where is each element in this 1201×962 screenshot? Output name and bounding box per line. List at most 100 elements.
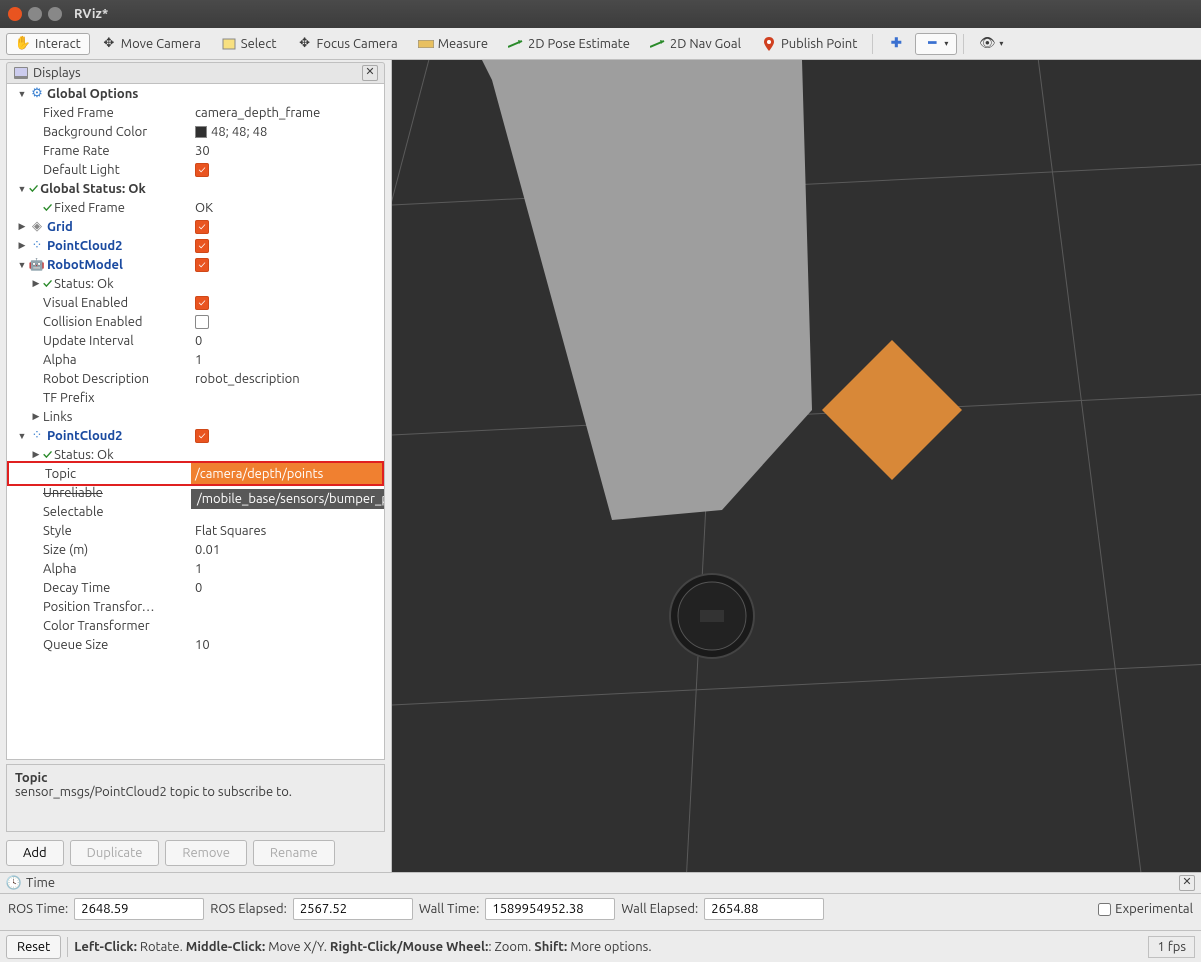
move-camera-button[interactable]: ✥ Move Camera <box>92 33 210 55</box>
position-transformer-item[interactable]: Position Transfor… <box>7 597 384 616</box>
checkbox-icon[interactable]: ✓ <box>195 296 209 310</box>
size-item[interactable]: Size (m) 0.01 <box>7 540 384 559</box>
points-icon: ⁘ <box>29 429 45 443</box>
panel-close-icon[interactable]: ✕ <box>362 65 378 81</box>
frame-rate-value: 30 <box>195 144 210 158</box>
remove-button[interactable]: Remove <box>165 840 247 866</box>
robotmodel-item[interactable]: ▼🤖RobotModel ✓ <box>7 255 384 274</box>
focus-camera-button[interactable]: ✥ Focus Camera <box>288 33 407 55</box>
description-text: sensor_msgs/PointCloud2 topic to subscri… <box>15 785 376 799</box>
focus-camera-label: Focus Camera <box>317 37 398 51</box>
focus-icon: ✥ <box>297 37 313 51</box>
add-button[interactable]: Add <box>6 840 64 866</box>
publish-point-label: Publish Point <box>781 37 857 51</box>
nav-goal-button[interactable]: 2D Nav Goal <box>641 33 750 55</box>
robotmodel-status-item[interactable]: ▶✓Status: Ok <box>7 274 384 293</box>
interact-label: Interact <box>35 37 81 51</box>
queue-size-item[interactable]: Queue Size 10 <box>7 635 384 654</box>
minus-icon: ━ <box>924 37 940 51</box>
color-transformer-item[interactable]: Color Transformer <box>7 616 384 635</box>
fixed-frame-item[interactable]: Fixed Frame camera_depth_frame <box>7 103 384 122</box>
fixed-frame-value: camera_depth_frame <box>195 106 320 120</box>
update-interval-item[interactable]: Update Interval 0 <box>7 331 384 350</box>
select-button[interactable]: Select <box>212 33 286 55</box>
ros-time-input[interactable] <box>74 898 204 920</box>
rm-alpha-item[interactable]: Alpha 1 <box>7 350 384 369</box>
pointcloud2-a-item[interactable]: ▶⁘PointCloud2 ✓ <box>7 236 384 255</box>
interact-button[interactable]: ✋ Interact <box>6 33 90 55</box>
collision-enabled-item[interactable]: Collision Enabled <box>7 312 384 331</box>
status-bar: Reset Left-Click: Rotate. Middle-Click: … <box>0 930 1201 962</box>
add-tool-button[interactable]: ✚ <box>879 33 913 55</box>
global-status-item[interactable]: ▼✓Global Status: Ok <box>7 179 384 198</box>
views-button[interactable]: 👁▾ <box>970 33 1012 55</box>
pose-estimate-button[interactable]: 2D Pose Estimate <box>499 33 639 55</box>
displays-tree[interactable]: ▼⚙Global Options Fixed Frame camera_dept… <box>6 84 385 760</box>
grid-item[interactable]: ▶◈Grid ✓ <box>7 217 384 236</box>
ros-elapsed-input[interactable] <box>293 898 413 920</box>
nav-goal-label: 2D Nav Goal <box>670 37 741 51</box>
left-panel: Displays ✕ ▼⚙Global Options Fixed Frame … <box>0 60 392 872</box>
time-title: Time <box>26 876 55 890</box>
checkbox-icon[interactable] <box>195 315 209 329</box>
displays-icon <box>13 66 29 80</box>
check-icon: ✓ <box>29 182 38 196</box>
fps-indicator: 1 fps <box>1148 936 1195 958</box>
reset-button[interactable]: Reset <box>6 935 61 959</box>
displays-title: Displays <box>33 66 81 80</box>
time-close-icon[interactable]: ✕ <box>1179 875 1195 891</box>
experimental-checkbox-input[interactable] <box>1098 903 1111 916</box>
checkbox-icon[interactable]: ✓ <box>195 429 209 443</box>
robot-description-item[interactable]: Robot Description robot_description <box>7 369 384 388</box>
grid-icon: ◈ <box>29 220 45 234</box>
checkbox-icon[interactable]: ✓ <box>195 258 209 272</box>
frame-rate-item[interactable]: Frame Rate 30 <box>7 141 384 160</box>
close-icon[interactable] <box>8 7 22 21</box>
default-light-item[interactable]: Default Light ✓ <box>7 160 384 179</box>
duplicate-button[interactable]: Duplicate <box>70 840 160 866</box>
rename-button[interactable]: Rename <box>253 840 335 866</box>
ruler-icon <box>418 37 434 51</box>
publish-point-button[interactable]: Publish Point <box>752 33 866 55</box>
check-icon: ✓ <box>43 201 52 215</box>
remove-tool-button[interactable]: ━▾ <box>915 33 957 55</box>
gear-icon: ⚙ <box>29 87 45 101</box>
eye-icon: 👁 <box>979 37 995 51</box>
separator <box>963 34 964 54</box>
window-title: RViz* <box>74 7 108 21</box>
style-item[interactable]: Style Flat Squares <box>7 521 384 540</box>
topic-value: /camera/depth/points <box>195 467 323 481</box>
checkbox-icon[interactable]: ✓ <box>195 163 209 177</box>
move-camera-label: Move Camera <box>121 37 201 51</box>
checkbox-icon[interactable]: ✓ <box>195 239 209 253</box>
robot-icon: 🤖 <box>29 258 45 272</box>
minimize-icon[interactable] <box>28 7 42 21</box>
global-options-item[interactable]: ▼⚙Global Options <box>7 84 384 103</box>
experimental-checkbox[interactable]: Experimental <box>1098 902 1193 916</box>
3d-viewport[interactable] <box>392 60 1201 872</box>
topic-item[interactable]: Topic /camera/depth/points /mobile_base/… <box>7 464 384 483</box>
maximize-icon[interactable] <box>48 7 62 21</box>
visual-enabled-item[interactable]: Visual Enabled ✓ <box>7 293 384 312</box>
topic-dropdown-option[interactable]: /mobile_base/sensors/bumper_pointcloud <box>191 489 385 509</box>
separator <box>872 34 873 54</box>
pose-estimate-label: 2D Pose Estimate <box>528 37 630 51</box>
wall-time-input[interactable] <box>485 898 615 920</box>
checkbox-icon[interactable]: ✓ <box>195 220 209 234</box>
color-swatch-icon <box>195 126 207 138</box>
pose-arrow-icon <box>508 37 524 51</box>
status-hint: Left-Click: Rotate. Middle-Click: Move X… <box>74 940 651 954</box>
time-header[interactable]: 🕓 Time ✕ <box>0 873 1201 894</box>
status-fixed-frame-item[interactable]: ✓ Fixed Frame OK <box>7 198 384 217</box>
pc2b-alpha-item[interactable]: Alpha 1 <box>7 559 384 578</box>
displays-header[interactable]: Displays ✕ <box>6 62 385 84</box>
links-item[interactable]: ▶Links <box>7 407 384 426</box>
background-color-item[interactable]: Background Color 48; 48; 48 <box>7 122 384 141</box>
pointcloud2-b-item[interactable]: ▼⁘PointCloud2 ✓ <box>7 426 384 445</box>
decay-time-item[interactable]: Decay Time 0 <box>7 578 384 597</box>
nav-arrow-icon <box>650 37 666 51</box>
wall-elapsed-input[interactable] <box>704 898 824 920</box>
tf-prefix-item[interactable]: TF Prefix <box>7 388 384 407</box>
description-title: Topic <box>15 771 376 785</box>
measure-button[interactable]: Measure <box>409 33 497 55</box>
